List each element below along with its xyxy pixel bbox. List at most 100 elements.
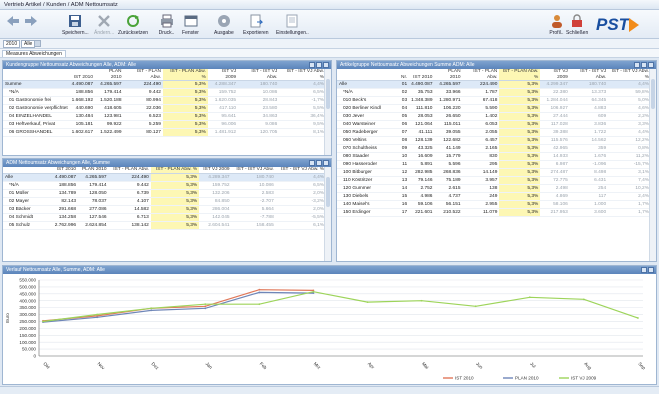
status-bar xyxy=(0,386,659,394)
cell: -1.096 xyxy=(569,160,609,169)
col-ist-vj: IST VJ 2009 xyxy=(540,69,570,81)
y-tick-label: 150.000 xyxy=(19,333,36,338)
table-row[interactable]: 150 Erdinger 17 221.601 210.522 11.079 5,3% 21… xyxy=(337,208,651,217)
table-row[interactable]: 040 Warsteiner 06 121.064 115.011 6.053 5,3% 1… xyxy=(337,120,651,129)
data-point xyxy=(204,307,207,310)
row-label: 060 Veltins xyxy=(337,136,399,145)
table-row[interactable]: 06 GROSSHANDEL 1.602.617 1.522.499 80.127 5,… xyxy=(3,128,326,137)
filter-dropdown-icon[interactable] xyxy=(34,40,41,47)
cell: 3.600 xyxy=(569,208,609,217)
table-row[interactable]: 020 Berliner Kindl 04 111.810 106.220 5.590 5… xyxy=(337,104,651,113)
close-icon[interactable] xyxy=(648,62,654,68)
export-button[interactable]: Exportieren xyxy=(243,12,269,36)
table-row[interactable]: 050 Radeberger 07 41.111 39.055 2.055 5,3% 39.… xyxy=(337,128,651,137)
cell: 2,2% xyxy=(608,112,651,121)
row-label: 01 Gastronomie frei xyxy=(3,96,70,105)
table-row[interactable]: 04 EINZELHANDEL 130.484 123.981 6.523 5,3% 95… xyxy=(3,112,326,121)
table-row[interactable]: *N/A 188.856 179.414 9.442 5,3% 159.752 10.086… xyxy=(3,88,326,97)
cell: 41.149 xyxy=(434,144,463,153)
cell: 84.850 xyxy=(199,197,232,206)
table-row[interactable]: 030 Jever 05 28.053 26.650 1.402 5,3% 27.444 60… xyxy=(337,112,651,121)
cell: 5.891 xyxy=(409,160,435,169)
cell: 4.490.087 xyxy=(69,80,96,89)
y-tick-label: 250.000 xyxy=(19,319,36,324)
maximize-icon[interactable] xyxy=(316,62,322,68)
table-row[interactable]: 010 Beck's 03 1.348.389 1.280.971 67.418 5,3%… xyxy=(337,96,651,105)
cell: 1,7% xyxy=(608,200,651,209)
close-button[interactable]: Schließen xyxy=(566,12,588,36)
artikelgruppe-table: Nr. IST 2010 PLAN 2010 IST - PLAN Abw. I… xyxy=(337,69,651,217)
minimize-icon[interactable] xyxy=(309,160,315,166)
save-button[interactable]: Speichern... xyxy=(62,12,89,36)
minimize-icon[interactable] xyxy=(634,62,640,68)
cell: 268.836 xyxy=(434,168,463,177)
col-ist-plan-pct: IST - PLAN Abw. % xyxy=(499,69,541,81)
table-row[interactable]: *N/A 02 35.753 33.966 1.787 5,3% 22.380 13.373 5… xyxy=(337,88,651,97)
print-button[interactable]: Druck.. xyxy=(158,12,175,36)
table-row[interactable]: 070 Schultheiss 09 43.325 41.149 2.165 5,3% 42… xyxy=(337,144,651,153)
table-row[interactable]: 02 Gastronomie verpflichtet 440.690 418.60… xyxy=(3,104,326,113)
cell: 5,3% xyxy=(499,88,541,97)
row-label: 100 Bitburger xyxy=(337,168,399,177)
table-row[interactable]: 03 Bäcker 291.668 277.086 14.582 5,3% 286.004… xyxy=(3,205,326,214)
table-row[interactable]: 01 Gastronomie frei 1.668.192 1.520.188 80.… xyxy=(3,96,326,105)
table-row[interactable]: Alle 01 4.490.087 4.265.597 224.490 5,3% 4.299… xyxy=(337,80,651,89)
table-row[interactable]: 05 Schulz 2.762.996 2.624.854 138.142 5,3% 2.… xyxy=(3,221,326,230)
year-select[interactable]: 2010 xyxy=(3,40,21,48)
cell: 13 xyxy=(399,176,410,185)
row-label: 04 Schmidt xyxy=(3,213,51,222)
scrollbar[interactable] xyxy=(324,69,331,155)
cell: 1.722 xyxy=(569,128,609,137)
back-button[interactable] xyxy=(4,12,21,29)
table-row[interactable]: 01 Müller 134.789 128.050 6.739 5,3% 132.206 2… xyxy=(3,189,326,198)
table-row[interactable]: *N/A 188.856 179.414 9.442 5,3% 159.752 10.086… xyxy=(3,181,326,190)
cell: 12,2% xyxy=(608,136,651,145)
window-button[interactable]: Fenster xyxy=(182,12,199,36)
cell: 4,4% xyxy=(608,80,651,89)
data-point xyxy=(258,288,261,291)
table-row[interactable]: 060 Veltins 08 128.139 122.682 6.457 5,3% 115.… xyxy=(337,136,651,145)
tab-measures[interactable]: Measures Abweichungen xyxy=(2,50,66,57)
table-row[interactable]: 100 Bitburger 12 282.985 268.836 14.149 5,3% 2… xyxy=(337,168,651,177)
cell: 03 xyxy=(399,96,410,105)
cell: 128.050 xyxy=(78,189,109,198)
table-row[interactable]: 03 Heftverkauf, Privat 105.181 99.922 5.259… xyxy=(3,120,326,129)
maximize-icon[interactable] xyxy=(316,160,322,166)
data-point xyxy=(366,301,369,304)
table-row[interactable]: 02 Mayer 82.143 78.037 4.107 5,3% 84.850 -2.70… xyxy=(3,197,326,206)
cell: 28.053 xyxy=(409,112,435,121)
minimize-icon[interactable] xyxy=(641,267,647,273)
cell: 10.086 xyxy=(238,88,280,97)
profile-button[interactable]: Profil.. xyxy=(548,12,565,36)
table-row[interactable]: Summe 4.490.087 4.265.597 224.490 5,3% 4.288.… xyxy=(3,80,326,89)
cell: 1,7% xyxy=(608,208,651,217)
delete-button[interactable]: Ändern... xyxy=(94,12,114,36)
cell: 67.418 xyxy=(462,96,500,105)
table-row[interactable]: 080 Staader 10 16.609 15.779 830 5,3% 14.933 1.… xyxy=(337,152,651,161)
maximize-icon[interactable] xyxy=(641,62,647,68)
kundengruppe-table: IST 2010 PLAN 2010 IST - PLAN Abw. IST -… xyxy=(3,69,326,137)
scrollbar[interactable] xyxy=(649,69,656,261)
table-row[interactable]: 090 Hasseroder 11 5.891 5.596 295 5,3% 6.987 -1… xyxy=(337,160,651,169)
close-icon[interactable] xyxy=(648,267,654,273)
cell: 9.442 xyxy=(123,88,163,97)
cell: 117.028 xyxy=(540,120,570,129)
reset-button[interactable]: Zurücksetzen xyxy=(118,12,148,36)
table-row[interactable]: 140 Maisel's 16 59.106 56.151 2.955 5,3% 58.10… xyxy=(337,200,651,209)
close-icon[interactable] xyxy=(323,62,329,68)
cell: 5,3% xyxy=(499,144,541,153)
table-row[interactable]: Alle 4.490.087 4.265.597 224.490 5,3% 4.289.3… xyxy=(3,173,326,182)
data-point xyxy=(528,296,531,299)
output-button[interactable]: Ausgabe xyxy=(214,12,234,36)
table-row[interactable]: 120 Gummer 14 2.752 2.615 138 5,3% 2.498 254 10,… xyxy=(337,184,651,193)
table-row[interactable]: 130 Diebels 15 4.986 4.737 249 5,3% 4.869 117 2,… xyxy=(337,192,651,201)
forward-button[interactable] xyxy=(22,12,39,29)
table-row[interactable]: 110 Köstritzer 13 79.146 75.189 3.957 5,3% 72.… xyxy=(337,176,651,185)
scrollbar[interactable] xyxy=(324,167,331,261)
settings-button[interactable]: Einstellungen.. xyxy=(276,12,309,36)
cell: 120.705 xyxy=(238,128,280,137)
close-icon[interactable] xyxy=(323,160,329,166)
row-label: *N/A xyxy=(337,88,399,97)
table-row[interactable]: 04 Schmidt 134.258 127.546 6.713 5,3% 142.045… xyxy=(3,213,326,222)
minimize-icon[interactable] xyxy=(309,62,315,68)
